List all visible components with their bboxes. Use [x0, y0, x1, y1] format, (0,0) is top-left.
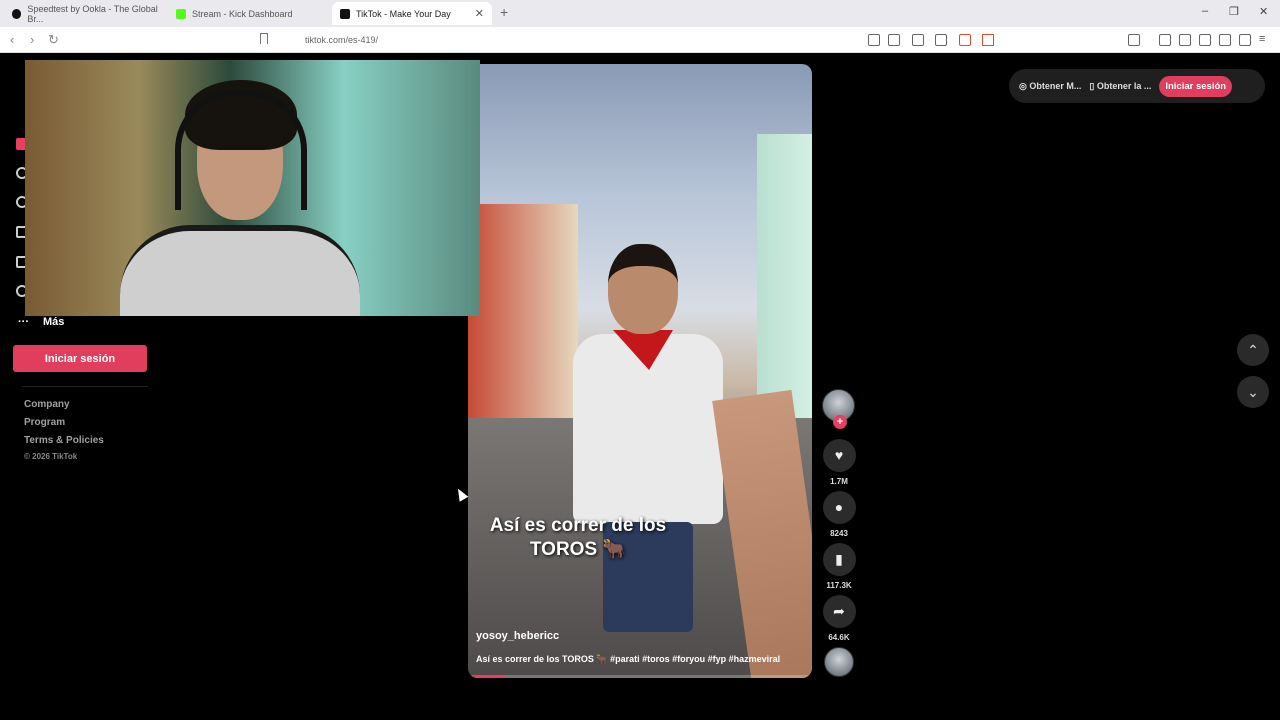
copyright-text: © 2026 TikTok	[24, 452, 78, 461]
url-input[interactable]: tiktok.com/es-419/	[305, 35, 378, 45]
get-app-button[interactable]: ▯ Obtener la ...	[1089, 81, 1151, 92]
share-icon[interactable]	[935, 34, 947, 46]
sidebar-icon[interactable]	[1179, 34, 1191, 46]
extensions-icon[interactable]	[1128, 34, 1140, 46]
maximize-button[interactable]: ❐	[1229, 5, 1239, 18]
previous-video-button[interactable]: ⌃	[1237, 334, 1269, 366]
video-progress-fill	[468, 675, 506, 678]
mouse-cursor	[453, 486, 469, 502]
tab-tiktok[interactable]: TikTok - Make Your Day ✕	[332, 2, 492, 25]
bookmark-icon[interactable]: ▮	[822, 543, 856, 576]
sidebar-item-more[interactable]: ··· Más	[18, 316, 64, 328]
back-arrow-icon[interactable]: ‹	[10, 32, 14, 47]
heart-icon[interactable]: ♥	[822, 439, 856, 472]
video-progress-bar[interactable]	[468, 675, 812, 678]
speedtest-favicon-icon	[12, 8, 22, 19]
tab-title: Speedtest by Ookla - The Global Br...	[27, 3, 158, 24]
headphones	[175, 90, 307, 210]
tiktok-favicon-icon	[340, 8, 350, 19]
minimize-button[interactable]: –	[1202, 5, 1208, 17]
follow-plus-icon[interactable]: +	[833, 415, 847, 429]
get-coins-label: Obtener M...	[1029, 80, 1082, 91]
get-app-label: Obtener la ...	[1096, 80, 1152, 91]
close-window-button[interactable]: ✕	[1259, 5, 1268, 18]
footer-link-program[interactable]: Program	[24, 417, 65, 428]
comment-icon[interactable]: ●	[822, 491, 856, 524]
tab-title: TikTok - Make Your Day	[356, 8, 451, 19]
get-coins-button[interactable]: ◎ Obtener M...	[1019, 81, 1081, 92]
footer-link-terms[interactable]: Terms & Policies	[24, 435, 104, 446]
share-arrow-icon[interactable]: ➦	[822, 595, 856, 628]
more-dots-icon: ···	[18, 316, 29, 328]
browser-tab-bar: Speedtest by Ookla - The Global Br... St…	[0, 0, 1280, 27]
next-video-button[interactable]: ⌄	[1237, 376, 1269, 408]
video-player[interactable]: Así es correr de los TOROS 🐂 yosoy_heber…	[468, 64, 812, 678]
save-action[interactable]: ▮ 117.3K	[822, 543, 856, 590]
comment-action[interactable]: ● 8243	[822, 491, 856, 538]
comment-count: 8243	[830, 529, 848, 538]
vpn-icon[interactable]	[1239, 34, 1251, 46]
forward-arrow-icon[interactable]: ›	[30, 32, 34, 47]
share-count: 64.6K	[828, 633, 850, 642]
reader-icon[interactable]	[888, 34, 900, 46]
brave-shield-icon[interactable]	[959, 34, 971, 46]
tab-close-icon[interactable]: ✕	[475, 7, 484, 20]
menu-icon[interactable]: ≡	[1259, 34, 1271, 46]
video-username[interactable]: yosoy_hebericc	[476, 630, 559, 642]
screenshot-icon[interactable]	[912, 34, 924, 46]
top-actions-bar: ◎ Obtener M... ▯ Obtener la ... Iniciar …	[1009, 69, 1265, 103]
like-count: 1.7M	[830, 477, 848, 486]
reload-icon[interactable]: ↻	[48, 32, 59, 48]
wallet-icon[interactable]	[1199, 34, 1211, 46]
footer-link-company[interactable]: Company	[24, 399, 70, 410]
video-description[interactable]: Así es correr de los TOROS 🐂 #parati #to…	[476, 654, 780, 665]
address-bar-row: ‹ › ↻ tiktok.com/es-419/ ≡	[0, 27, 1280, 53]
music-disc-avatar[interactable]	[824, 647, 854, 677]
bookmark-icon[interactable]	[260, 33, 268, 44]
sidebar-divider	[22, 386, 148, 387]
tab-title: Stream - Kick Dashboard	[192, 8, 293, 19]
top-login-button[interactable]: Iniciar sesión	[1159, 75, 1233, 97]
tab-kick-dashboard[interactable]: Stream - Kick Dashboard	[168, 2, 330, 25]
sidebar-item-label: Más	[43, 316, 65, 328]
leo-icon[interactable]	[1219, 34, 1231, 46]
save-count: 117.3K	[826, 581, 852, 590]
video-caption: Así es correr de los TOROS 🐂	[489, 515, 667, 560]
kick-favicon-icon	[176, 8, 186, 19]
brave-rewards-icon[interactable]	[982, 34, 994, 46]
share-action[interactable]: ➦ 64.6K	[822, 595, 856, 642]
tab-speedtest[interactable]: Speedtest by Ookla - The Global Br...	[4, 2, 166, 25]
like-action[interactable]: ♥ 1.7M	[822, 439, 856, 486]
sidebar-login-button[interactable]: Iniciar sesión	[13, 345, 147, 372]
webcam-overlay	[25, 60, 480, 316]
new-tab-button[interactable]: +	[500, 4, 508, 20]
video-runner	[563, 244, 733, 644]
media-icon[interactable]	[1159, 34, 1171, 46]
translate-icon[interactable]	[868, 34, 880, 46]
